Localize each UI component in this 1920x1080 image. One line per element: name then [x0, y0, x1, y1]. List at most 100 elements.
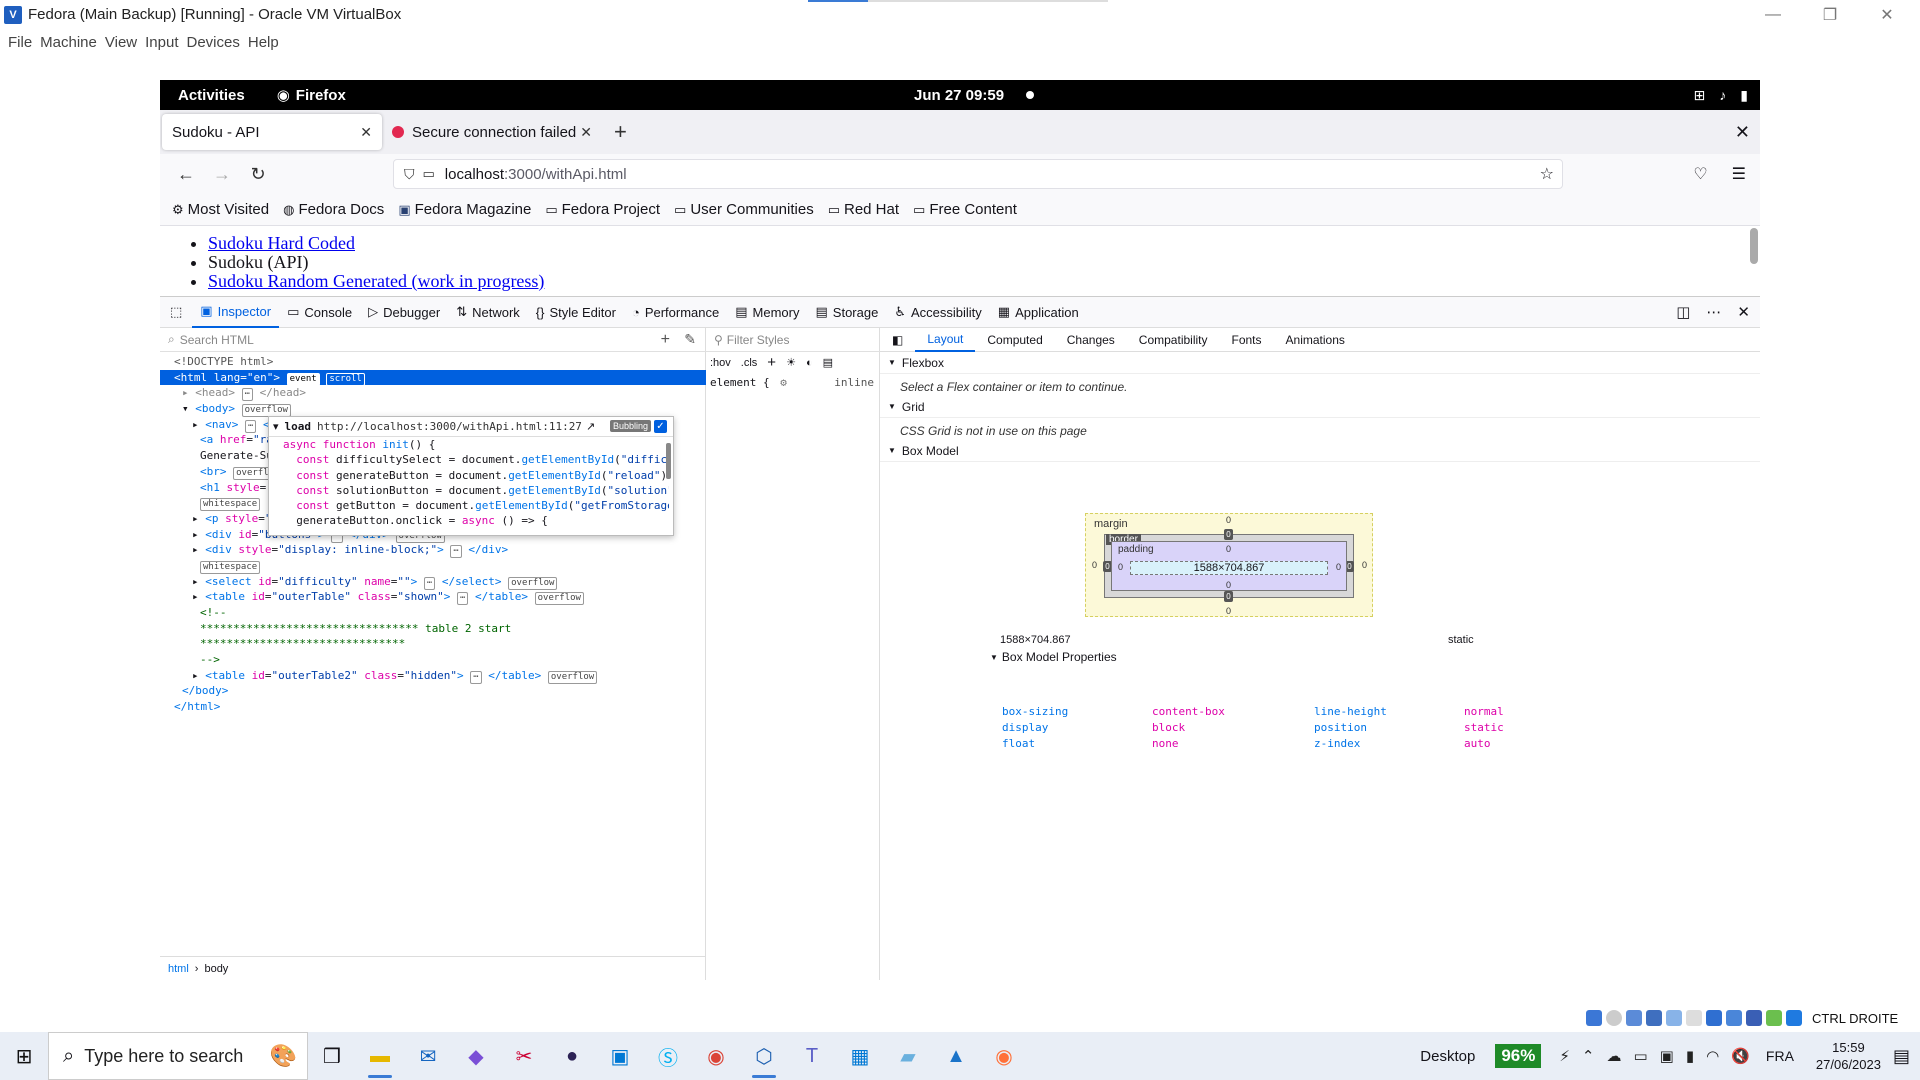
clock[interactable]: 15:59 27/06/2023 [1816, 1039, 1881, 1073]
breadcrumb-html[interactable]: html [168, 963, 189, 975]
bookmark-user-communities[interactable]: ▭ User Communities [674, 201, 814, 218]
back-button[interactable]: ← [168, 164, 204, 185]
battery-icon[interactable]: ▮ [1686, 1047, 1694, 1065]
print-media-icon[interactable]: ▤ [823, 356, 833, 369]
display-icon[interactable]: ▣ [1660, 1047, 1674, 1065]
skype-button[interactable]: Ⓢ [644, 1032, 692, 1080]
add-rule-icon[interactable]: + [767, 354, 776, 371]
desktop-toolbar[interactable]: Desktop [1420, 1048, 1475, 1065]
boxmodel-section-header[interactable]: ▼ Box Model [880, 440, 1760, 462]
tab-fonts[interactable]: Fonts [1220, 328, 1274, 352]
dark-theme-icon[interactable]: ◐ [806, 357, 813, 369]
system-tray[interactable]: ⊞ ♪ ▮ [1694, 87, 1748, 104]
activities-button[interactable]: Activities [178, 87, 245, 104]
pocket-icon[interactable]: ♡ [1693, 164, 1707, 184]
menu-input[interactable]: Input [145, 34, 178, 51]
flexbox-section-header[interactable]: ▼ Flexbox [880, 352, 1760, 374]
margin-right-value[interactable]: 0 [1362, 560, 1367, 570]
tab-network[interactable]: ⇅ Network [448, 296, 528, 328]
close-window-button[interactable]: ✕ [1858, 0, 1916, 29]
close-tab-icon[interactable]: ✕ [360, 124, 372, 141]
event-header[interactable]: ▾ load http://localhost:3000/withApi.htm… [269, 417, 673, 437]
menu-view[interactable]: View [105, 34, 137, 51]
more-options-icon[interactable]: ⋯ [1706, 303, 1721, 321]
teams-button[interactable]: T [788, 1032, 836, 1080]
comment-node[interactable]: --> [174, 652, 706, 668]
tab-sudoku-api[interactable]: Sudoku - API ✕ [162, 114, 382, 150]
dock-toggle-icon[interactable]: ◫ [1676, 303, 1690, 321]
padding-bottom-value[interactable]: 0 [1226, 580, 1231, 590]
tab-changes[interactable]: Changes [1055, 328, 1127, 352]
eyedropper-icon[interactable]: ✎ [684, 331, 696, 348]
menu-file[interactable]: File [8, 34, 32, 51]
reload-button[interactable]: ↻ [240, 164, 276, 185]
page-scrollbar[interactable] [1750, 228, 1758, 264]
url-text[interactable]: localhost:3000/withApi.html [445, 166, 627, 183]
minimize-button[interactable]: — [1744, 0, 1802, 29]
remote-app-button[interactable]: ▦ [836, 1032, 884, 1080]
tab-computed[interactable]: Computed [975, 328, 1054, 352]
doctype-node[interactable]: <!DOCTYPE html> [174, 354, 706, 370]
tab-style-editor[interactable]: {} Style Editor [528, 296, 624, 328]
copilot-button[interactable]: ◆ [452, 1032, 500, 1080]
eclipse-button[interactable]: ● [548, 1032, 596, 1080]
tab-layout[interactable]: Layout [915, 328, 976, 352]
link-random-generated[interactable]: Sudoku Random Generated (work in progres… [208, 271, 544, 291]
link-hard-coded[interactable]: Sudoku Hard Coded [208, 233, 355, 253]
event-enabled-checkbox[interactable]: ✓ [654, 420, 667, 433]
table-outer2-node[interactable]: ▸ <table id="outerTable2" class="hidden"… [174, 668, 706, 684]
bookmark-red-hat[interactable]: ▭ Red Hat [828, 201, 899, 218]
add-node-icon[interactable]: + [661, 331, 670, 349]
breadcrumb-body[interactable]: body [204, 963, 228, 975]
cpu-icon[interactable] [1746, 1010, 1762, 1026]
keyboard-capture-icon[interactable] [1786, 1010, 1802, 1026]
optical-drive-icon[interactable] [1606, 1010, 1622, 1026]
battery-badge[interactable]: 96% [1495, 1044, 1542, 1068]
close-devtools-icon[interactable]: ✕ [1737, 303, 1750, 321]
padding-top-value[interactable]: 0 [1226, 544, 1231, 554]
tab-application[interactable]: ▦ Application [990, 296, 1087, 328]
app-menu[interactable]: ◉ Firefox [277, 86, 346, 105]
firefox-button[interactable]: ◉ [980, 1032, 1028, 1080]
hamburger-menu-icon[interactable]: ☰ [1732, 164, 1746, 184]
box-model-properties-toggle[interactable]: ▼ Box Model Properties [990, 650, 1117, 664]
recording-icon[interactable] [1726, 1010, 1742, 1026]
border-bottom-handle[interactable]: 0 [1224, 591, 1233, 602]
html-close-node[interactable]: </html> [174, 699, 706, 715]
padding-right-value[interactable]: 0 [1336, 562, 1341, 572]
open-in-debugger-icon[interactable]: ↗ [586, 420, 595, 433]
hard-disk-icon[interactable] [1586, 1010, 1602, 1026]
bookmark-free-content[interactable]: ▭ Free Content [913, 201, 1017, 218]
popup-scrollbar[interactable] [666, 443, 671, 479]
light-theme-icon[interactable]: ☀ [786, 356, 796, 369]
new-tab-button[interactable]: + [614, 119, 627, 145]
tab-storage[interactable]: ▤ Storage [807, 296, 886, 328]
hov-toggle[interactable]: :hov [710, 357, 731, 369]
mouse-integration-icon[interactable] [1766, 1010, 1782, 1026]
tab-performance[interactable]: ◔ Performance [624, 296, 727, 328]
select-node[interactable]: ▸ <select id="difficulty" name=""> ⋯ </s… [174, 574, 706, 590]
tab-accessibility[interactable]: ♿ Accessibility [886, 296, 989, 328]
comment-node[interactable]: <!-- [174, 605, 706, 621]
bookmark-most-visited[interactable]: ⚙ Most Visited [172, 201, 269, 218]
photos-button[interactable]: ▲ [932, 1032, 980, 1080]
task-view-button[interactable]: ❒ [308, 1032, 356, 1080]
tab-memory[interactable]: ▤ Memory [727, 296, 807, 328]
margin-left-value[interactable]: 0 [1092, 560, 1097, 570]
border-top-handle[interactable]: 0 [1224, 529, 1233, 540]
menu-help[interactable]: Help [248, 34, 279, 51]
html-node-selected[interactable]: <html lang="en"> event scroll [160, 369, 706, 386]
meet-icon[interactable]: ▭ [1633, 1047, 1647, 1065]
margin-top-value[interactable]: 0 [1226, 515, 1231, 525]
input-language[interactable]: FRA [1766, 1048, 1794, 1064]
mail-button[interactable]: ✉ [404, 1032, 452, 1080]
rule-gear-icon[interactable]: ⚙ [780, 376, 787, 389]
body-node[interactable]: ▾ <body> overflow [174, 401, 706, 418]
snipping-button[interactable]: ✂ [500, 1032, 548, 1080]
app-button[interactable]: ▰ [884, 1032, 932, 1080]
padding-left-value[interactable]: 0 [1118, 562, 1123, 572]
menu-machine[interactable]: Machine [40, 34, 97, 51]
grid-section-header[interactable]: ▼ Grid [880, 396, 1760, 418]
table-outer-node[interactable]: ▸ <table id="outerTable" class="shown"> … [174, 589, 706, 606]
filter-styles-field[interactable]: ⚲ Filter Styles [706, 328, 880, 352]
